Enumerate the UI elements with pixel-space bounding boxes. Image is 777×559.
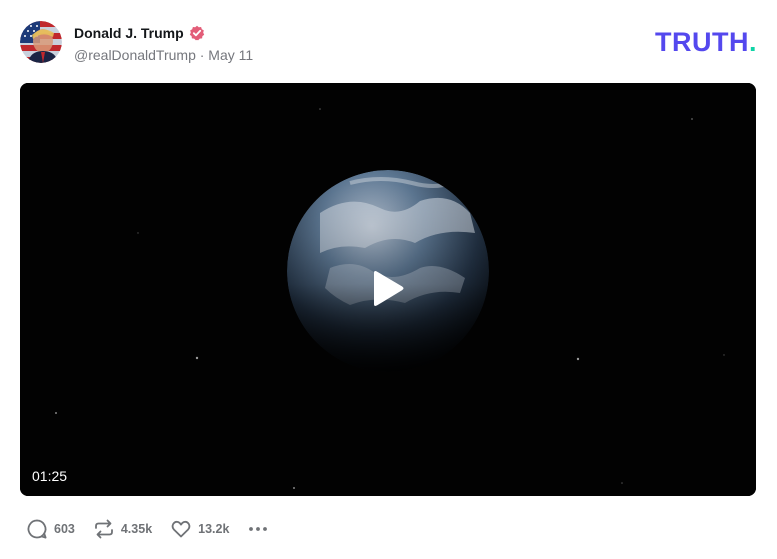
reply-button[interactable]: 603	[26, 518, 75, 540]
post-header: Donald J. Trump @realDonaldTrump · May 1…	[20, 21, 757, 65]
video-duration: 01:25	[32, 468, 68, 484]
retruth-button[interactable]: 4.35k	[93, 518, 152, 540]
reply-icon	[27, 519, 47, 539]
author-block: Donald J. Trump @realDonaldTrump · May 1…	[74, 23, 253, 63]
post-action-bar: 603 4.35k 13.2k	[26, 518, 269, 540]
like-count: 13.2k	[198, 522, 230, 536]
avatar[interactable]	[20, 21, 62, 63]
truth-social-logo[interactable]: TRUTH.	[655, 27, 757, 57]
reply-count: 603	[54, 522, 75, 536]
like-button[interactable]: 13.2k	[170, 518, 229, 540]
retruth-icon	[94, 519, 113, 539]
more-options-button[interactable]	[247, 518, 269, 540]
play-icon[interactable]	[368, 269, 408, 309]
heart-icon	[171, 520, 191, 538]
logo-dot: .	[748, 27, 757, 57]
author-name[interactable]: Donald J. Trump	[74, 25, 184, 41]
logo-text: TRUTH	[655, 27, 749, 57]
retruth-count: 4.35k	[120, 522, 153, 536]
author-name-row: Donald J. Trump	[74, 23, 253, 43]
verified-badge-icon	[189, 25, 205, 41]
video-player[interactable]: 01:25	[20, 83, 756, 496]
more-icon	[249, 527, 268, 531]
handle-and-date[interactable]: @realDonaldTrump · May 11	[74, 47, 253, 63]
